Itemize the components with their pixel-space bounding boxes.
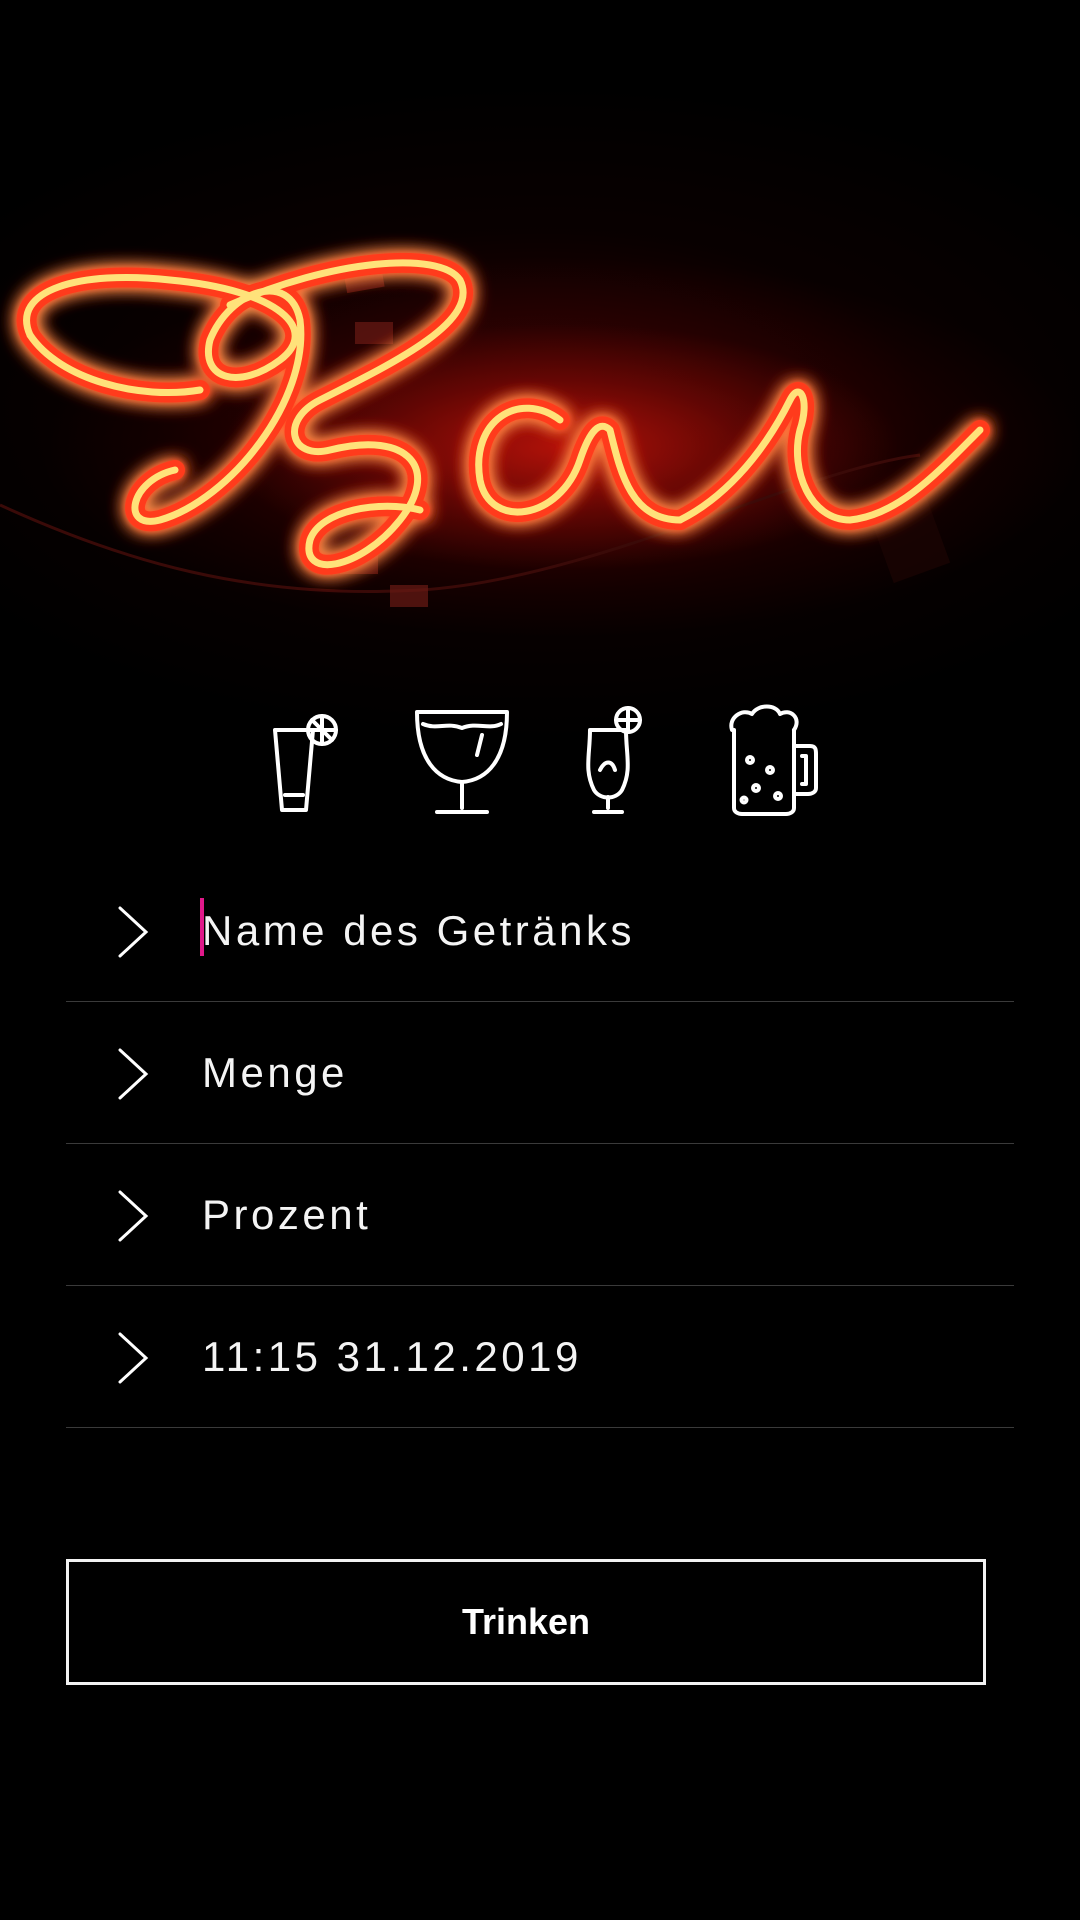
percent-field[interactable]: Prozent	[66, 1144, 1014, 1286]
drink-entry-form: Name des Getränks Menge Prozent 11:15 31…	[66, 860, 1014, 1428]
amount-placeholder: Menge	[202, 1049, 348, 1096]
longdrink-glass-icon[interactable]	[250, 700, 360, 820]
chevron-right-icon	[116, 1188, 152, 1244]
drink-button[interactable]: Trinken	[66, 1559, 986, 1685]
drink-name-field[interactable]: Name des Getränks	[66, 860, 1014, 1002]
drink-type-selector	[0, 700, 1080, 820]
datetime-field[interactable]: 11:15 31.12.2019	[66, 1286, 1014, 1428]
chevron-right-icon	[116, 1330, 152, 1386]
amount-field[interactable]: Menge	[66, 1002, 1014, 1144]
drink-name-placeholder: Name des Getränks	[202, 907, 635, 954]
cocktail-glass-icon[interactable]	[560, 700, 670, 820]
percent-placeholder: Prozent	[202, 1191, 372, 1238]
champagne-coupe-icon[interactable]	[407, 700, 517, 820]
datetime-value: 11:15 31.12.2019	[202, 1333, 582, 1380]
chevron-right-icon	[116, 1046, 152, 1102]
chevron-right-icon	[116, 904, 152, 960]
beer-mug-icon[interactable]	[718, 700, 828, 820]
